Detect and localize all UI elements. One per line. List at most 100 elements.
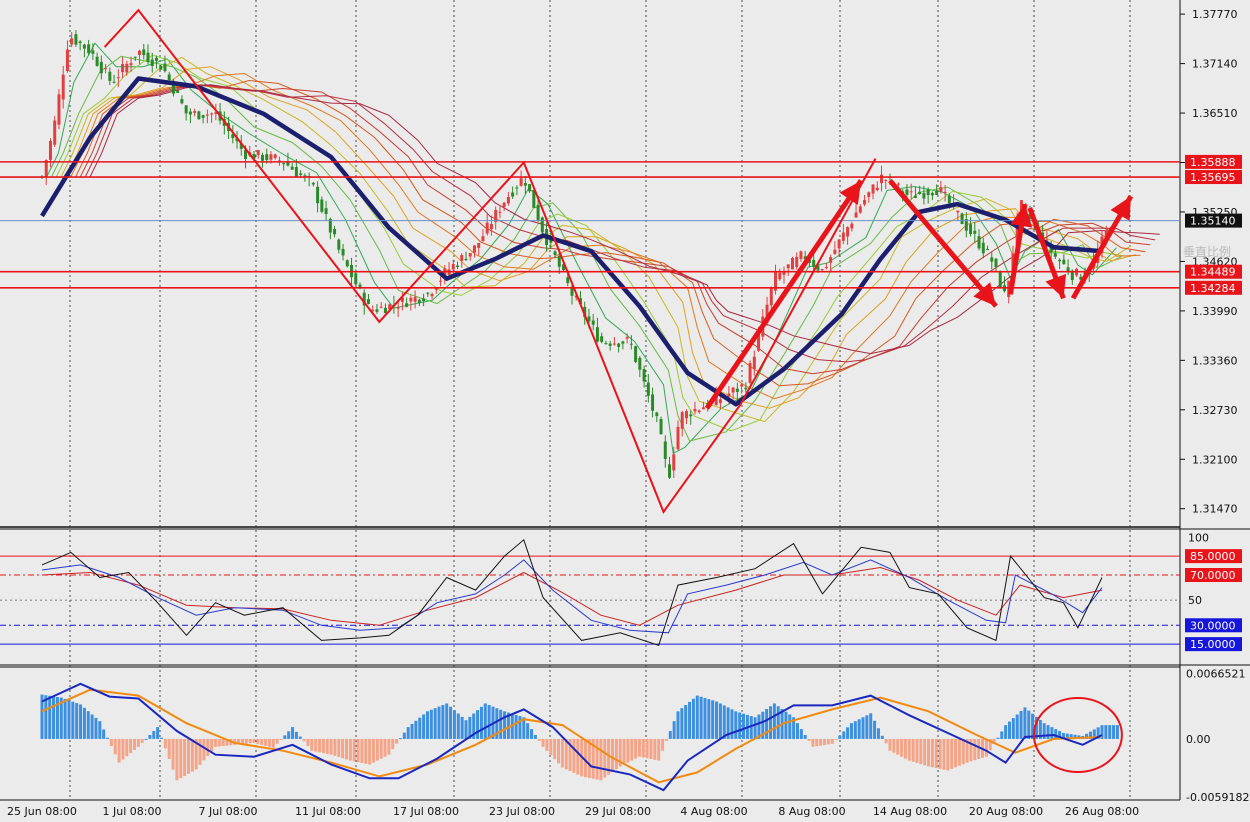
macd-histogram-bar xyxy=(167,738,171,760)
price-level-label: 1.34489 xyxy=(1190,266,1236,279)
macd-histogram-bar xyxy=(422,714,426,739)
candle-body xyxy=(608,343,612,346)
candle-body xyxy=(820,269,824,271)
macd-histogram-bar xyxy=(595,738,599,780)
macd-histogram-bar xyxy=(537,738,541,741)
macd-histogram-bar xyxy=(603,738,607,778)
macd-histogram-bar xyxy=(337,738,341,758)
macd-histogram-bar xyxy=(391,738,395,750)
x-axis-label: 17 Jul 08:00 xyxy=(393,805,459,818)
macd-histogram-bar xyxy=(553,738,557,760)
macd-histogram-bar xyxy=(614,738,618,770)
candle-body xyxy=(536,204,540,221)
macd-histogram-bar xyxy=(383,738,387,757)
macd-histogram-bar xyxy=(634,738,638,759)
candle-body xyxy=(142,49,146,56)
macd-histogram-bar xyxy=(140,738,144,743)
candle-body xyxy=(642,369,646,382)
macd-tick-label: 0.0066521 xyxy=(1186,667,1246,680)
macd-histogram-bar xyxy=(664,738,668,741)
macd-histogram-bar xyxy=(819,738,823,746)
macd-histogram-bar xyxy=(210,738,214,752)
macd-histogram-bar xyxy=(395,738,399,744)
macd-histogram-bar xyxy=(306,738,310,747)
candle-body xyxy=(973,230,977,234)
candle-body xyxy=(867,192,871,197)
candle-body xyxy=(829,257,833,263)
candle-body xyxy=(65,49,69,72)
candle-body xyxy=(799,251,803,259)
candle-body xyxy=(812,259,816,267)
candle-body xyxy=(502,202,506,207)
candle-body xyxy=(553,251,557,255)
candle-body xyxy=(154,57,158,61)
macd-histogram-bar xyxy=(179,738,183,779)
stochastic-level-label: 85.0000 xyxy=(1190,550,1236,563)
candle-body xyxy=(265,154,269,161)
macd-histogram-bar xyxy=(1046,725,1050,739)
macd-histogram-bar xyxy=(1112,725,1116,739)
candle-body xyxy=(956,210,960,213)
stochastic-level-label: 15.0000 xyxy=(1190,638,1236,651)
macd-histogram-bar xyxy=(136,738,140,747)
candle-body xyxy=(197,111,201,120)
macd-histogram-bar xyxy=(738,712,742,739)
macd-histogram-bar xyxy=(795,723,799,739)
macd-histogram-bar xyxy=(873,720,877,739)
macd-histogram-bar xyxy=(206,738,210,756)
macd-histogram-bar xyxy=(98,721,102,739)
macd-histogram-bar xyxy=(125,738,129,757)
macd-histogram-bar xyxy=(1015,714,1019,739)
macd-histogram-bar xyxy=(302,738,306,742)
candle-body xyxy=(621,341,625,344)
stochastic-level-label: 30.0000 xyxy=(1190,619,1236,632)
candle-body xyxy=(981,242,985,254)
macd-histogram-bar xyxy=(954,738,958,768)
macd-histogram-bar xyxy=(869,713,873,739)
macd-histogram-bar xyxy=(572,738,576,773)
macd-histogram-bar xyxy=(345,738,349,760)
macd-histogram-bar xyxy=(549,738,553,756)
candle-body xyxy=(595,327,599,342)
macd-histogram-bar xyxy=(1019,710,1023,739)
macd-histogram-bar xyxy=(530,729,534,739)
candle-body xyxy=(947,195,951,204)
candle-body xyxy=(600,336,604,342)
candle-body xyxy=(333,229,337,235)
macd-histogram-bar xyxy=(661,738,665,751)
macd-histogram-bar xyxy=(202,738,206,761)
macd-histogram-bar xyxy=(321,738,325,754)
candle-body xyxy=(731,387,735,393)
candle-body xyxy=(472,245,476,253)
macd-histogram-bar xyxy=(279,738,283,740)
macd-histogram-bar xyxy=(379,738,383,759)
candle-body xyxy=(846,227,850,237)
candle-body xyxy=(485,222,489,234)
macd-histogram-bar xyxy=(433,708,437,739)
candle-body xyxy=(604,343,608,345)
macd-histogram-bar xyxy=(275,738,279,744)
macd-histogram-bar xyxy=(942,738,946,770)
macd-histogram-bar xyxy=(888,738,892,751)
macd-histogram-bar xyxy=(930,738,934,768)
macd-histogram-bar xyxy=(456,713,460,739)
macd-histogram-bar xyxy=(1007,721,1011,739)
candle-body xyxy=(498,211,502,213)
macd-histogram-bar xyxy=(398,738,402,740)
macd-histogram-bar xyxy=(676,711,680,739)
macd-histogram-bar xyxy=(479,706,483,739)
macd-histogram-bar xyxy=(348,738,352,761)
candle-body xyxy=(489,224,493,230)
y-tick-label: 1.37770 xyxy=(1192,8,1238,21)
candle-body xyxy=(163,63,167,72)
macd-histogram-bar xyxy=(900,738,904,757)
candle-body xyxy=(430,294,434,297)
candle-body xyxy=(612,343,616,345)
macd-histogram-bar xyxy=(298,736,302,739)
candle-body xyxy=(159,65,163,70)
candle-body xyxy=(880,174,884,184)
candle-body xyxy=(540,217,544,233)
candle-body xyxy=(769,287,773,306)
macd-histogram-bar xyxy=(402,732,406,739)
macd-histogram-bar xyxy=(526,723,530,739)
